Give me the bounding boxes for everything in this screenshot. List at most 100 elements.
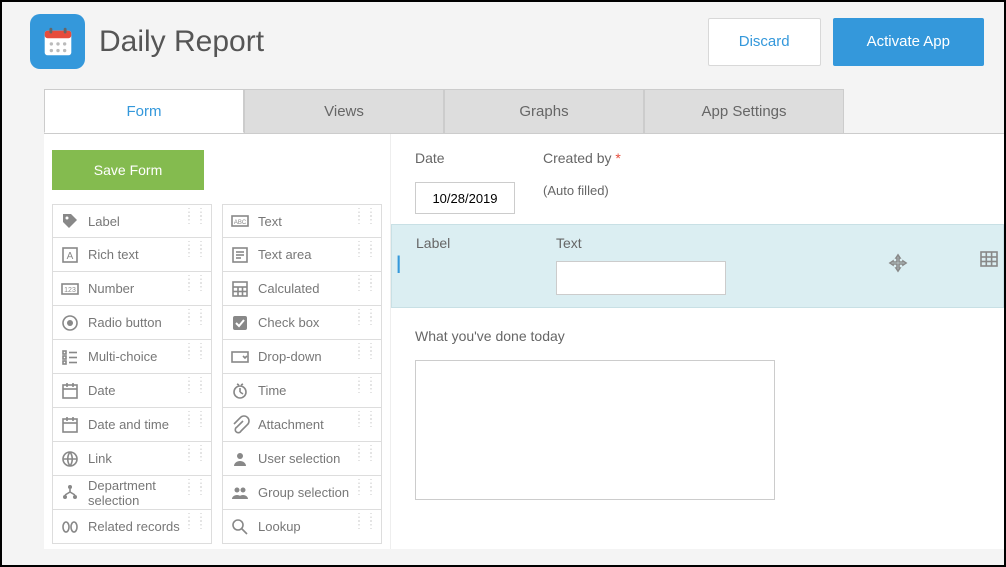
date-label: Date bbox=[415, 150, 515, 166]
field-label: Link bbox=[88, 451, 112, 466]
grip-icon: ⋮⋮⋮⋮⋮⋮ bbox=[354, 312, 378, 324]
date-and-time-icon bbox=[59, 414, 81, 436]
tab-app-settings[interactable]: App Settings bbox=[644, 89, 844, 133]
grip-icon: ⋮⋮⋮⋮⋮⋮ bbox=[354, 482, 378, 494]
field-label: Related records bbox=[88, 519, 180, 534]
field-label[interactable]: Label ⋮⋮⋮⋮⋮⋮ bbox=[52, 204, 212, 238]
save-form-button[interactable]: Save Form bbox=[52, 150, 204, 190]
field-label: Lookup bbox=[258, 519, 301, 534]
auto-filled-text: (Auto filled) bbox=[543, 183, 609, 198]
field-label: Group selection bbox=[258, 485, 349, 500]
grip-icon: ⋮⋮⋮⋮⋮⋮ bbox=[184, 244, 208, 256]
app-icon bbox=[30, 14, 85, 69]
tab-form[interactable]: Form bbox=[44, 89, 244, 133]
field-lookup[interactable]: Lookup ⋮⋮⋮⋮⋮⋮ bbox=[222, 510, 382, 544]
lookup-icon bbox=[229, 516, 251, 538]
attachment-icon bbox=[229, 414, 251, 436]
field-label: Radio button bbox=[88, 315, 162, 330]
field-text[interactable]: ABC Text ⋮⋮⋮⋮⋮⋮ bbox=[222, 204, 382, 238]
grip-icon: ⋮⋮⋮⋮⋮⋮ bbox=[354, 278, 378, 290]
page-title: Daily Report bbox=[99, 25, 696, 59]
field-label: User selection bbox=[258, 451, 340, 466]
grip-icon: ⋮⋮⋮⋮⋮⋮ bbox=[354, 346, 378, 358]
activate-app-button[interactable]: Activate App bbox=[833, 18, 984, 66]
date-input[interactable] bbox=[415, 182, 515, 214]
department-selection-icon bbox=[59, 482, 81, 504]
grip-icon: ⋮⋮⋮⋮⋮⋮ bbox=[354, 244, 378, 256]
field-radio-button[interactable]: Radio button ⋮⋮⋮⋮⋮⋮ bbox=[52, 306, 212, 340]
table-icon[interactable] bbox=[979, 249, 999, 274]
grip-icon: ⋮⋮⋮⋮⋮⋮ bbox=[184, 482, 208, 494]
grip-icon: ⋮⋮⋮⋮⋮⋮ bbox=[184, 211, 208, 223]
field-label: Text bbox=[258, 214, 282, 229]
done-today-label: What you've done today bbox=[415, 328, 1004, 344]
field-number[interactable]: 123 Number ⋮⋮⋮⋮⋮⋮ bbox=[52, 272, 212, 306]
field-label: Rich text bbox=[88, 247, 139, 262]
grip-icon: ⋮⋮⋮⋮⋮⋮ bbox=[184, 380, 208, 392]
svg-text:A: A bbox=[67, 251, 74, 262]
field-department-selection[interactable]: Department selection⋮⋮⋮⋮⋮⋮ bbox=[52, 476, 212, 510]
field-drop-down[interactable]: Drop-down ⋮⋮⋮⋮⋮⋮ bbox=[222, 340, 382, 374]
field-sidebar: Save Form Label⋮⋮⋮⋮⋮⋮ARich text⋮⋮⋮⋮⋮⋮123… bbox=[44, 134, 390, 549]
tab-graphs[interactable]: Graphs bbox=[444, 89, 644, 133]
field-text-area[interactable]: Text area ⋮⋮⋮⋮⋮⋮ bbox=[222, 238, 382, 272]
field-attachment[interactable]: Attachment ⋮⋮⋮⋮⋮⋮ bbox=[222, 408, 382, 442]
field-check-box[interactable]: Check box ⋮⋮⋮⋮⋮⋮ bbox=[222, 306, 382, 340]
grip-icon: ⋮⋮⋮⋮⋮⋮ bbox=[354, 414, 378, 426]
drop-down-icon bbox=[229, 346, 251, 368]
field-label: Multi-choice bbox=[88, 349, 157, 364]
field-label: Calculated bbox=[258, 281, 319, 296]
field-label: Check box bbox=[258, 315, 319, 330]
field-multi-choice[interactable]: Multi-choice⋮⋮⋮⋮⋮⋮ bbox=[52, 340, 212, 374]
svg-text:ABC: ABC bbox=[234, 220, 247, 226]
field-user-selection[interactable]: User selection ⋮⋮⋮⋮⋮⋮ bbox=[222, 442, 382, 476]
field-related-records[interactable]: Related records ⋮⋮⋮⋮⋮⋮ bbox=[52, 510, 212, 544]
grip-icon: ⋮⋮⋮⋮⋮⋮ bbox=[354, 516, 378, 528]
field-rich-text[interactable]: A Rich text ⋮⋮⋮⋮⋮⋮ bbox=[52, 238, 212, 272]
text-field-label: Text bbox=[556, 235, 726, 251]
discard-button[interactable]: Discard bbox=[708, 18, 821, 66]
field-label: Text area bbox=[258, 247, 311, 262]
link-icon bbox=[59, 448, 81, 470]
drag-handle-icon[interactable]: || bbox=[396, 253, 397, 274]
field-time[interactable]: Time⋮⋮⋮⋮⋮⋮ bbox=[222, 374, 382, 408]
selected-field-row[interactable]: || Label Text bbox=[391, 224, 1004, 308]
field-label: Drop-down bbox=[258, 349, 322, 364]
check-box-icon bbox=[229, 312, 251, 334]
grip-icon: ⋮⋮⋮⋮⋮⋮ bbox=[184, 516, 208, 528]
label-icon bbox=[59, 210, 81, 232]
text-area-icon bbox=[229, 244, 251, 266]
text-icon: ABC bbox=[229, 210, 251, 232]
field-label: Number bbox=[88, 281, 134, 296]
field-calculated[interactable]: Calculated ⋮⋮⋮⋮⋮⋮ bbox=[222, 272, 382, 306]
tab-views[interactable]: Views bbox=[244, 89, 444, 133]
grip-icon: ⋮⋮⋮⋮⋮⋮ bbox=[184, 312, 208, 324]
related-records-icon bbox=[59, 516, 81, 538]
grip-icon: ⋮⋮⋮⋮⋮⋮ bbox=[354, 211, 378, 223]
move-icon[interactable] bbox=[888, 253, 908, 278]
calculated-icon bbox=[229, 278, 251, 300]
grip-icon: ⋮⋮⋮⋮⋮⋮ bbox=[184, 278, 208, 290]
field-group-selection[interactable]: Group selection ⋮⋮⋮⋮⋮⋮ bbox=[222, 476, 382, 510]
field-date-and-time[interactable]: Date and time ⋮⋮⋮⋮⋮⋮ bbox=[52, 408, 212, 442]
group-selection-icon bbox=[229, 482, 251, 504]
field-link[interactable]: Link ⋮⋮⋮⋮⋮⋮ bbox=[52, 442, 212, 476]
field-label: Attachment bbox=[258, 417, 324, 432]
time-icon bbox=[229, 380, 251, 402]
field-label: Date and time bbox=[88, 417, 169, 432]
date-icon bbox=[59, 380, 81, 402]
field-label: Label bbox=[88, 214, 120, 229]
number-icon: 123 bbox=[59, 278, 81, 300]
field-label: Time bbox=[258, 383, 286, 398]
grip-icon: ⋮⋮⋮⋮⋮⋮ bbox=[184, 414, 208, 426]
radio-button-icon bbox=[59, 312, 81, 334]
text-input[interactable] bbox=[556, 261, 726, 295]
field-date[interactable]: Date ⋮⋮⋮⋮⋮⋮ bbox=[52, 374, 212, 408]
grip-icon: ⋮⋮⋮⋮⋮⋮ bbox=[184, 448, 208, 460]
form-canvas[interactable]: Date Created by * (Auto filled) || Label… bbox=[390, 134, 1004, 549]
field-label: Date bbox=[88, 383, 115, 398]
rich-text-icon: A bbox=[59, 244, 81, 266]
label-field-label: Label bbox=[416, 235, 528, 251]
done-today-textarea[interactable] bbox=[415, 360, 775, 500]
grip-icon: ⋮⋮⋮⋮⋮⋮ bbox=[354, 448, 378, 460]
